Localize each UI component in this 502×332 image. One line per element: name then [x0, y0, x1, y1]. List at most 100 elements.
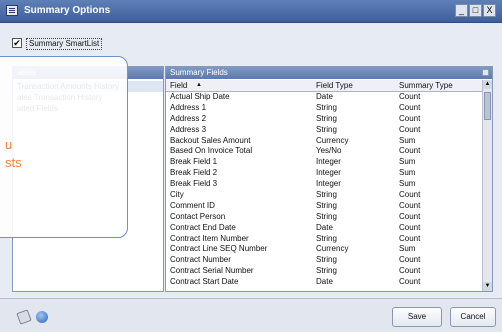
field-type-cell: Date — [316, 222, 333, 232]
field-type-cell: String — [316, 266, 337, 276]
table-row[interactable]: Address 1 String Count — [166, 103, 484, 114]
field-cell: Contract End Date — [170, 222, 236, 232]
table-row[interactable]: Contract Serial Number String Count — [166, 266, 484, 277]
summary-type-cell: Count — [399, 266, 421, 276]
field-type-cell: Currency — [316, 135, 349, 145]
button-bar: Save Cancel — [0, 298, 502, 332]
table-row[interactable]: Contract Line SEQ Number Currency Sum — [166, 244, 484, 255]
minimize-button[interactable]: _ — [455, 4, 468, 17]
summary-type-cell: Count — [399, 124, 421, 134]
summary-fields-panel: Summary Fields Field ▲ Field Type Summar… — [165, 66, 493, 292]
field-type-cell: Date — [316, 277, 333, 287]
field-type-cell: String — [316, 102, 337, 112]
table-row[interactable]: Contract End Date Date Count — [166, 223, 484, 234]
field-cell: Address 2 — [170, 113, 207, 123]
callout-text-line1: u — [5, 137, 13, 152]
summary-type-cell: Count — [399, 190, 421, 200]
summary-type-cell: Count — [399, 211, 421, 221]
field-type-cell: Date — [316, 92, 333, 101]
cancel-button[interactable]: Cancel — [450, 307, 496, 327]
scroll-up-icon[interactable]: ▲ — [483, 80, 492, 89]
summary-type-cell: Sum — [399, 157, 416, 167]
summary-type-cell: Count — [399, 92, 421, 101]
field-cell: Break Field 1 — [170, 157, 218, 167]
table-row[interactable]: Address 3 String Count — [166, 125, 484, 136]
field-cell: Address 1 — [170, 102, 207, 112]
close-button[interactable]: X — [483, 4, 496, 17]
summary-type-cell: Count — [399, 222, 421, 232]
summary-type-cell: Count — [399, 146, 421, 156]
field-cell: Address 3 — [170, 124, 207, 134]
column-header-field[interactable]: Field — [170, 80, 187, 91]
table-row[interactable]: Contact Person String Count — [166, 212, 484, 223]
table-row[interactable]: City String Count — [166, 190, 484, 201]
field-cell: Break Field 2 — [170, 168, 218, 178]
vertical-scrollbar[interactable]: ▲ ▼ — [482, 80, 492, 291]
print-icon[interactable] — [16, 309, 32, 325]
table-row[interactable]: Break Field 1 Integer Sum — [166, 157, 484, 168]
callout-text-line2: sts — [5, 155, 22, 170]
field-cell: Contract Item Number — [170, 233, 249, 243]
field-cell: Contract Serial Number — [170, 266, 254, 276]
save-button[interactable]: Save — [392, 307, 442, 327]
field-cell: Backout Sales Amount — [170, 135, 251, 145]
summary-type-cell: Count — [399, 277, 421, 287]
table-row[interactable]: Actual Ship Date Date Count — [166, 92, 484, 103]
field-type-cell: Currency — [316, 244, 349, 254]
window-app-icon — [6, 5, 18, 16]
summary-type-cell: Sum — [399, 244, 416, 254]
summary-fields-header: Summary Fields — [166, 67, 492, 79]
summary-type-cell: Sum — [399, 135, 416, 145]
summary-smartlist-checkbox[interactable]: ✔ — [12, 38, 22, 48]
summary-options-window: Summary Options _ □ X ✔ Summary SmartLis… — [0, 0, 502, 332]
field-cell: Comment ID — [170, 200, 215, 210]
field-cell: Actual Ship Date — [170, 92, 230, 101]
table-row[interactable]: Contract Start Date Date Count — [166, 277, 484, 288]
table-row[interactable]: Address 2 String Count — [166, 114, 484, 125]
column-header-row: Field ▲ Field Type Summary Type — [166, 80, 484, 92]
column-header-field-type[interactable]: Field Type — [316, 80, 353, 91]
field-cell: Contact Person — [170, 211, 226, 221]
summary-type-cell: Count — [399, 113, 421, 123]
maximize-button[interactable]: □ — [469, 4, 482, 17]
table-row[interactable]: Based On Invoice Total Yes/No Count — [166, 146, 484, 157]
scroll-down-icon[interactable]: ▼ — [483, 282, 492, 291]
table-row[interactable]: Backout Sales Amount Currency Sum — [166, 136, 484, 147]
table-row[interactable]: Comment ID String Count — [166, 201, 484, 212]
field-type-cell: Yes/No — [316, 146, 342, 156]
summary-type-cell: Sum — [399, 179, 416, 189]
scroll-thumb[interactable] — [484, 92, 491, 120]
summary-type-cell: Count — [399, 200, 421, 210]
field-type-cell: String — [316, 113, 337, 123]
field-cell: Based On Invoice Total — [170, 146, 253, 156]
panel-corner-icon — [482, 69, 489, 76]
summary-smartlist-label[interactable]: Summary SmartList — [26, 38, 103, 50]
table-row[interactable]: Contract Number String Count — [166, 255, 484, 266]
help-icon[interactable] — [36, 311, 48, 323]
summary-fields-grid: Actual Ship Date Date Count Address 1 String… — [166, 92, 484, 291]
field-type-cell: String — [316, 255, 337, 265]
field-cell: City — [170, 190, 184, 200]
field-type-cell: String — [316, 200, 337, 210]
summary-type-cell: Count — [399, 233, 421, 243]
table-row[interactable]: Contract Item Number String Count — [166, 234, 484, 245]
sort-ascending-icon: ▲ — [196, 82, 202, 88]
window-title: Summary Options — [24, 5, 111, 16]
field-type-cell: String — [316, 124, 337, 134]
summary-type-cell: Sum — [399, 168, 416, 178]
field-type-cell: String — [316, 233, 337, 243]
field-type-cell: Integer — [316, 168, 341, 178]
field-type-cell: String — [316, 190, 337, 200]
field-cell: Contract Number — [170, 255, 231, 265]
field-type-cell: Integer — [316, 179, 341, 189]
field-cell: Break Field 3 — [170, 179, 218, 189]
field-cell: Contract Line SEQ Number — [170, 244, 268, 254]
table-row[interactable]: Break Field 3 Integer Sum — [166, 179, 484, 190]
field-type-cell: String — [316, 211, 337, 221]
table-row[interactable]: Break Field 2 Integer Sum — [166, 168, 484, 179]
field-type-cell: Integer — [316, 157, 341, 167]
summary-type-cell: Count — [399, 102, 421, 112]
column-header-summary-type[interactable]: Summary Type — [399, 80, 453, 91]
title-bar: Summary Options _ □ X — [0, 0, 502, 23]
summary-type-cell: Count — [399, 255, 421, 265]
